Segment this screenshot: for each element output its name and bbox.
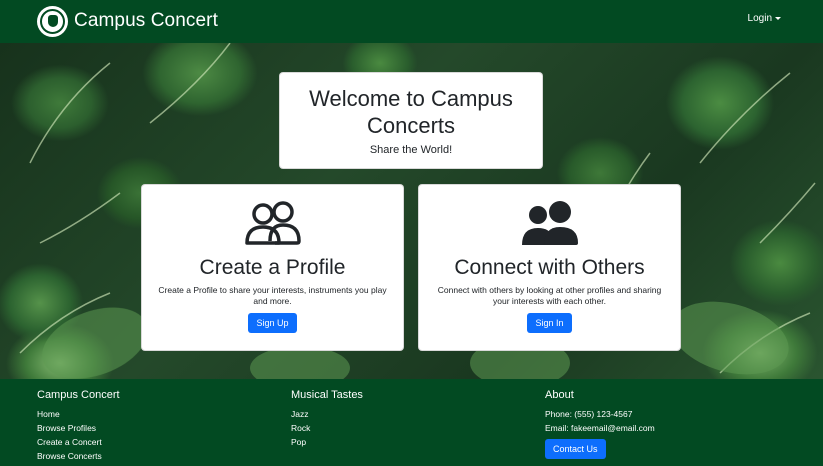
login-label: Login	[747, 13, 772, 24]
footer: Campus Concert Home Browse Profiles Crea…	[0, 379, 823, 466]
footer-link-jazz[interactable]: Jazz	[291, 407, 363, 421]
footer-col-campus: Campus Concert Home Browse Profiles Crea…	[37, 389, 120, 463]
footer-email: Email: fakeemail@email.com	[545, 423, 655, 433]
logo-icon	[37, 5, 68, 37]
footer-phone: Phone: (555) 123-4567	[545, 409, 633, 419]
footer-col-tastes: Musical Tastes Jazz Rock Pop	[291, 389, 363, 449]
footer-col-about: About Phone: (555) 123-4567 Email: fakee…	[545, 389, 655, 459]
caret-down-icon	[775, 17, 781, 20]
connect-card: Connect with Others Connect with others …	[418, 184, 681, 351]
welcome-subtitle: Share the World!	[369, 144, 453, 156]
brand-link[interactable]: Campus Concert	[37, 5, 218, 37]
users-outline-icon	[142, 201, 403, 247]
footer-link-browse-concerts[interactable]: Browse Concerts	[37, 449, 120, 463]
connect-description: Connect with others by looking at other …	[437, 285, 662, 306]
connect-title: Connect with Others	[454, 256, 645, 279]
footer-link-rock[interactable]: Rock	[291, 421, 363, 435]
footer-heading-about: About	[545, 389, 574, 401]
create-profile-title: Create a Profile	[199, 256, 346, 279]
footer-heading-campus: Campus Concert	[37, 389, 120, 401]
login-dropdown[interactable]: Login	[748, 13, 781, 24]
footer-link-home[interactable]: Home	[37, 407, 120, 421]
create-profile-description: Create a Profile to share your interests…	[158, 285, 387, 306]
footer-link-browse-profiles[interactable]: Browse Profiles	[37, 421, 120, 435]
footer-link-create-concert[interactable]: Create a Concert	[37, 435, 120, 449]
welcome-card: Welcome to Campus Concerts Share the Wor…	[279, 72, 543, 169]
brand-title: Campus Concert	[74, 10, 218, 31]
sign-in-button[interactable]: Sign In	[527, 313, 572, 333]
footer-heading-tastes: Musical Tastes	[291, 389, 363, 401]
welcome-title: Welcome to Campus Concerts	[309, 86, 513, 138]
footer-link-pop[interactable]: Pop	[291, 435, 363, 449]
users-solid-icon	[419, 201, 680, 247]
navbar: Campus Concert Login	[0, 0, 823, 43]
create-profile-card: Create a Profile Create a Profile to sha…	[141, 184, 404, 351]
sign-up-button[interactable]: Sign Up	[248, 313, 297, 333]
contact-us-button[interactable]: Contact Us	[545, 439, 606, 459]
